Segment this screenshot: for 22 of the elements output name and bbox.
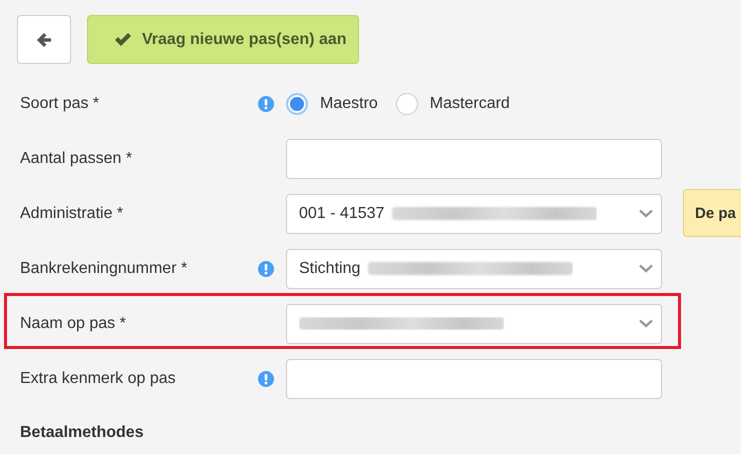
back-button[interactable] xyxy=(17,15,71,64)
radio-option[interactable]: Maestro xyxy=(286,92,378,114)
field-label: Aantal passen * xyxy=(20,150,134,168)
select-field[interactable]: Stichting xyxy=(286,248,662,288)
submit-button[interactable]: Vraag nieuwe pas(sen) aan xyxy=(87,15,359,64)
checkmark-icon xyxy=(114,32,132,47)
chevron-down-icon xyxy=(639,209,653,218)
chevron-down-icon xyxy=(639,264,653,273)
field-label: Bankrekeningnummer * xyxy=(20,260,188,278)
section-heading: Betaalmethodes xyxy=(20,424,145,442)
field-label: Soort pas * xyxy=(20,94,100,112)
field-label: Administratie * xyxy=(20,204,124,222)
tooltip: De pa xyxy=(683,189,741,237)
arrow-left-icon xyxy=(36,32,52,48)
select-field[interactable] xyxy=(286,304,662,344)
radio-option[interactable]: Mastercard xyxy=(396,92,510,114)
field-label: Naam op pas * xyxy=(20,314,127,332)
input-field[interactable] xyxy=(286,138,662,178)
chevron-down-icon xyxy=(639,319,653,328)
field-label: Extra kenmerk op pas xyxy=(20,370,177,388)
select-field[interactable]: 001 - 41537 xyxy=(286,194,662,234)
input-field[interactable] xyxy=(286,358,662,398)
